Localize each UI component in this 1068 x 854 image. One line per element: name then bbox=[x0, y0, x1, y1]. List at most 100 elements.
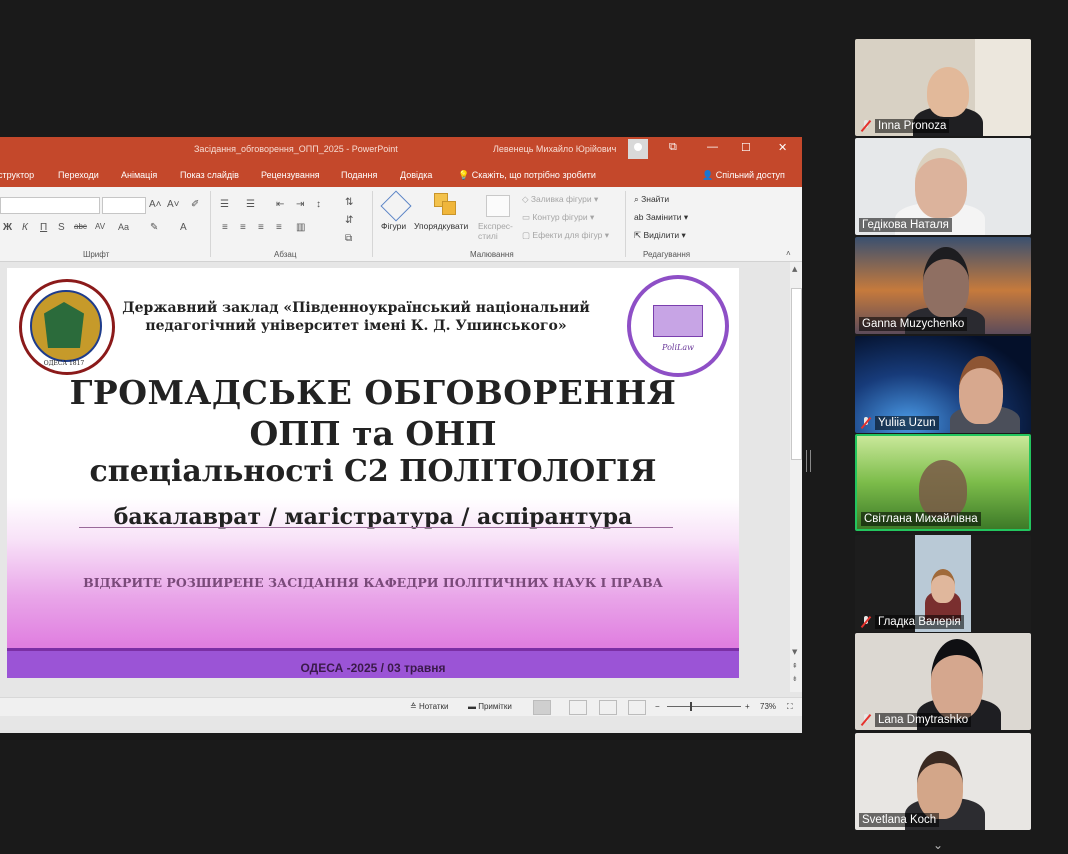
zoom-level[interactable]: 73% bbox=[760, 702, 776, 711]
participant-tile[interactable]: Гладка Валерія bbox=[855, 535, 1031, 632]
smartart-icon[interactable]: ⧉ bbox=[345, 233, 352, 244]
share-button[interactable]: 👤 Спільний доступ bbox=[702, 170, 785, 181]
increase-indent-icon[interactable]: ⇥ bbox=[296, 199, 304, 210]
participant-face bbox=[959, 356, 1003, 424]
participant-tile[interactable]: Lana Dmytrashko bbox=[855, 633, 1031, 730]
ribbon-tabs: структор Переходи Анімація Показ слайдів… bbox=[0, 162, 802, 187]
align-center-icon[interactable]: ≡ bbox=[240, 222, 246, 233]
muted-mic-icon bbox=[860, 714, 872, 726]
tab-design[interactable]: структор bbox=[0, 170, 34, 180]
ribbon-display-icon[interactable]: ⧉ bbox=[669, 141, 677, 154]
strikethrough-icon[interactable]: abc bbox=[74, 222, 87, 231]
zoom-slider-knob[interactable] bbox=[690, 702, 692, 711]
change-case-icon[interactable]: Aa bbox=[118, 222, 129, 232]
participant-tile[interactable]: Гедікова Наталя bbox=[855, 138, 1031, 235]
columns-icon[interactable]: ▥ bbox=[296, 222, 305, 233]
shapes-button[interactable]: Фігури bbox=[381, 221, 406, 231]
find-button[interactable]: ⌕ Знайти bbox=[634, 194, 669, 205]
zoom-slider[interactable] bbox=[667, 706, 741, 707]
participant-tile[interactable]: Ganna Muzychenko bbox=[855, 237, 1031, 334]
prev-slide-icon[interactable]: ⇞ bbox=[792, 662, 798, 670]
replace-button[interactable]: ab Замінити ▾ bbox=[634, 212, 688, 223]
tab-slideshow[interactable]: Показ слайдів bbox=[180, 170, 239, 180]
italic-icon[interactable]: К bbox=[22, 222, 28, 233]
justify-icon[interactable]: ≡ bbox=[276, 222, 282, 233]
scroll-up-icon[interactable]: ▲ bbox=[792, 265, 797, 273]
underline-icon[interactable]: П bbox=[40, 222, 47, 233]
slide-canvas[interactable]: ОДЕСА 1817 PoliLaw Державний заклад «Пів… bbox=[7, 268, 739, 678]
text-direction-icon[interactable]: ⇅ bbox=[345, 197, 353, 208]
notes-button[interactable]: ≙ Нотатки bbox=[410, 702, 448, 711]
gallery-splitter[interactable] bbox=[806, 450, 811, 472]
slide-title-1: ГРОМАДСЬКЕ ОБГОВОРЕННЯ bbox=[69, 373, 677, 412]
ribbon-divider bbox=[372, 191, 373, 257]
shape-fill-button[interactable]: ◇ Заливка фігури ▾ bbox=[522, 194, 598, 205]
tab-view[interactable]: Подання bbox=[341, 170, 377, 180]
maximize-icon[interactable]: ☐ bbox=[741, 141, 751, 154]
align-left-icon[interactable]: ≡ bbox=[222, 222, 228, 233]
tab-help[interactable]: Довідка bbox=[400, 170, 432, 180]
line-spacing-icon[interactable]: ↕ bbox=[316, 199, 321, 210]
font-size-combo[interactable] bbox=[102, 197, 146, 214]
font-name-combo[interactable] bbox=[0, 197, 100, 214]
document-title: Засідання_обговорення_ОПП_2025 - PowerPo… bbox=[194, 144, 398, 154]
clear-format-icon[interactable]: ✐ bbox=[191, 199, 199, 210]
participant-tile[interactable]: Inna Pronoza bbox=[855, 39, 1031, 136]
shape-outline-button[interactable]: ▭ Контур фігури ▾ bbox=[522, 212, 594, 223]
participant-face bbox=[923, 247, 969, 317]
slideshow-view-icon[interactable] bbox=[628, 700, 646, 715]
participant-tile-active-speaker[interactable]: Світлана Михайлівна bbox=[855, 434, 1031, 531]
quick-styles-icon bbox=[486, 195, 510, 217]
reading-view-icon[interactable] bbox=[599, 700, 617, 715]
tell-me-search[interactable]: 💡 Скажіть, що потрібно зробити bbox=[458, 170, 596, 181]
shrink-font-icon[interactable]: A˅ bbox=[167, 199, 180, 210]
grow-font-icon[interactable]: A˄ bbox=[149, 199, 162, 210]
normal-view-icon[interactable] bbox=[533, 700, 551, 715]
tile-background bbox=[975, 39, 1031, 136]
quick-styles-button[interactable]: Експрес-стилі bbox=[478, 221, 516, 241]
comments-label: Примітки bbox=[478, 702, 512, 711]
participant-face bbox=[927, 67, 969, 117]
drawing-group-label: Малювання bbox=[470, 250, 514, 259]
bullets-icon[interactable]: ☰ bbox=[220, 199, 229, 210]
scroll-thumb[interactable] bbox=[791, 288, 802, 460]
arrange-button[interactable]: Упорядкувати bbox=[414, 221, 468, 231]
shadow-icon[interactable]: S bbox=[58, 222, 65, 233]
minimize-icon[interactable]: — bbox=[707, 141, 718, 153]
fit-slide-icon[interactable]: ⛶ bbox=[787, 702, 793, 712]
char-spacing-icon[interactable]: AV bbox=[95, 222, 105, 231]
participant-name: Гедікова Наталя bbox=[859, 218, 952, 232]
select-button[interactable]: ⇱ Виділити ▾ bbox=[634, 230, 686, 241]
shapes-icon[interactable] bbox=[380, 190, 412, 222]
collapse-ribbon-icon[interactable]: ˄ bbox=[786, 249, 791, 258]
bold-icon[interactable]: Ж bbox=[3, 222, 12, 233]
participant-face bbox=[917, 751, 963, 819]
align-right-icon[interactable]: ≡ bbox=[258, 222, 264, 233]
zoom-in-icon[interactable]: + bbox=[745, 702, 750, 711]
vertical-scrollbar[interactable]: ▲ ▼ ⇞ ⇟ bbox=[790, 262, 802, 692]
zoom-out-icon[interactable]: − bbox=[655, 702, 660, 711]
participant-tile[interactable]: Yuliia Uzun bbox=[855, 336, 1031, 433]
user-name[interactable]: Левенець Михайло Юрійович bbox=[493, 144, 616, 154]
shape-effects-button[interactable]: ▢ Ефекти для фігур ▾ bbox=[522, 230, 609, 241]
next-slide-icon[interactable]: ⇟ bbox=[792, 675, 798, 683]
decrease-indent-icon[interactable]: ⇤ bbox=[276, 199, 284, 210]
participant-face bbox=[919, 460, 967, 518]
comments-button[interactable]: ▬ Примітки bbox=[468, 702, 512, 711]
tab-transitions[interactable]: Переходи bbox=[58, 170, 99, 180]
close-icon[interactable]: ✕ bbox=[778, 141, 787, 154]
align-text-icon[interactable]: ⇵ bbox=[345, 215, 353, 226]
participant-tile[interactable]: Svetlana Koch bbox=[855, 733, 1031, 830]
font-color-icon[interactable]: A bbox=[180, 222, 187, 233]
highlight-icon[interactable]: ✎ bbox=[150, 222, 158, 233]
numbering-icon[interactable]: ☰ bbox=[246, 199, 255, 210]
scroll-down-icon[interactable]: ▼ bbox=[792, 648, 797, 656]
user-avatar[interactable] bbox=[628, 139, 648, 159]
gallery-scroll-down-icon[interactable]: ⌄ bbox=[933, 838, 943, 852]
slide-sorter-icon[interactable] bbox=[569, 700, 587, 715]
tab-review[interactable]: Рецензування bbox=[261, 170, 320, 180]
muted-mic-icon bbox=[860, 417, 872, 429]
replace-label: Замінити bbox=[645, 212, 682, 222]
ribbon: A˄ A˅ ✐ Ж К П S abc AV Aa ✎ A Шрифт ☰ ☰ … bbox=[0, 187, 802, 262]
tab-animation[interactable]: Анімація bbox=[121, 170, 157, 180]
